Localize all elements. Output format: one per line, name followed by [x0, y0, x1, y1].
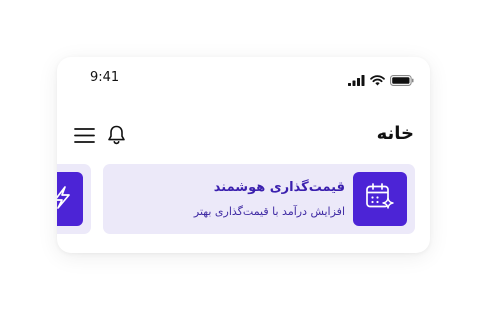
page-title: خانه — [376, 123, 414, 144]
status-icons — [348, 71, 414, 90]
feature-card-smart-pricing[interactable]: قیمت‌گذاری هوشمند افزایش درآمد با قیمت‌گ… — [103, 164, 415, 234]
feature-card-icon-box — [57, 172, 83, 226]
calendar-sparkle-icon — [365, 182, 395, 216]
feature-card-subtitle: افزایش درآمد با قیمت‌گذاری بهتر — [193, 205, 345, 218]
phone-screen: 9:41 خانه — [57, 57, 430, 253]
status-time: 9:41 — [90, 70, 120, 85]
feature-card-title: قیمت‌گذاری هوشمند — [213, 180, 345, 195]
header-actions — [74, 125, 126, 145]
hamburger-menu-icon[interactable] — [74, 127, 95, 144]
lightning-icon — [57, 172, 83, 226]
feature-card-icon-box — [353, 172, 407, 226]
signal-icon — [348, 71, 365, 90]
battery-icon — [390, 71, 414, 90]
bell-icon[interactable] — [107, 125, 126, 145]
feature-card-lightning[interactable] — [57, 164, 91, 234]
wifi-icon — [370, 71, 385, 90]
